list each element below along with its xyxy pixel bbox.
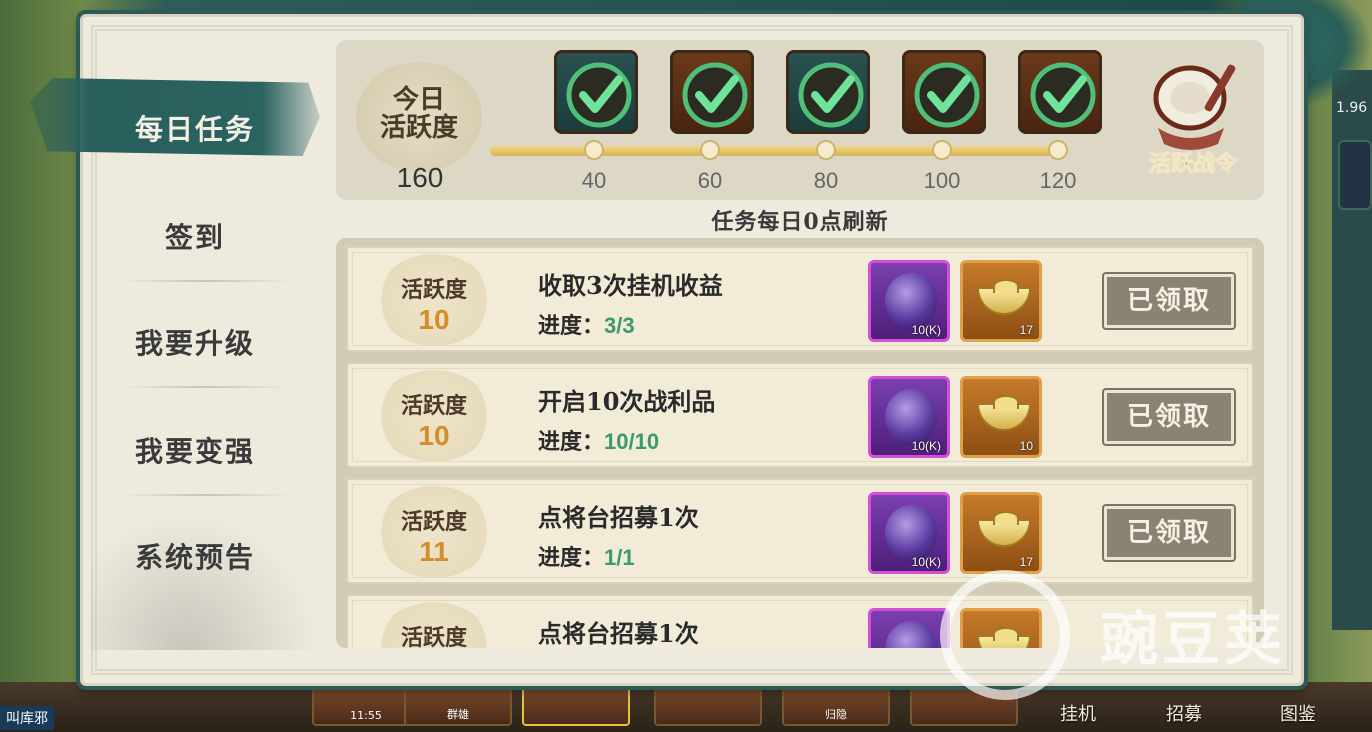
nav-item-system-preview[interactable]: 系统预告 — [90, 536, 300, 576]
milestone-chest-60[interactable] — [670, 50, 754, 134]
activity-progress-bar — [490, 146, 1064, 156]
reward-qty: 10(K) — [911, 555, 941, 569]
task-progress: 进度：1/1 — [538, 540, 635, 572]
task-points-value: 10 — [418, 304, 450, 335]
orb-icon — [885, 621, 937, 648]
milestone-node — [932, 140, 952, 160]
orb-icon — [885, 505, 937, 561]
bottom-left-label[interactable]: 叫库邪 — [0, 706, 54, 730]
task-name: 开启10次战利品 — [538, 387, 716, 416]
activity-header: 今日 活跃度 160 40 60 80 100 120 活跃战令 — [336, 40, 1264, 200]
gold-ingot-icon — [977, 279, 1031, 315]
checkmark-icon — [914, 62, 980, 128]
bottom-hero-card[interactable]: 归隐 — [782, 686, 890, 726]
reward-purple-orb[interactable]: 10(K) — [868, 260, 950, 342]
bottom-card-label: 11:55 — [350, 709, 382, 722]
task-progress-label: 进度： — [538, 429, 605, 455]
task-progress: 进度：3/3 — [538, 308, 635, 340]
task-name: 收取3次挂机收益 — [538, 271, 723, 300]
orb-icon — [885, 389, 937, 445]
reward-purple-orb[interactable]: 10(K) — [868, 492, 950, 574]
watermark-logo-icon — [940, 570, 1070, 700]
bottom-card-label: 归隐 — [825, 708, 847, 721]
reward-gold-ingot[interactable]: 17 — [960, 260, 1042, 342]
task-points-badge: 活跃度 11 — [376, 486, 492, 578]
nav-item-level-up[interactable]: 我要升级 — [90, 322, 300, 362]
activity-pass-label: 活跃战令 — [1148, 151, 1237, 178]
task-points-label: 活跃度 — [400, 625, 467, 648]
reward-qty: 10 — [1019, 439, 1033, 453]
nav-divider — [120, 494, 290, 496]
activity-title: 今日 活跃度 — [379, 85, 458, 143]
left-nav: 每日任务 签到 我要升级 我要变强 系统预告 — [30, 60, 320, 660]
nav-item-daily-tasks[interactable]: 每日任务 — [90, 108, 300, 148]
task-row: 活跃度 10 收取3次挂机收益 进度：3/3 10(K) 17 已领取 — [346, 246, 1254, 352]
bottom-hero-card[interactable] — [522, 686, 630, 726]
task-points-badge: 活跃度 10 — [376, 254, 492, 346]
activity-value: 160 — [396, 162, 444, 193]
task-name: 点将台招募1次 — [538, 503, 699, 532]
war-drum-icon — [1153, 64, 1236, 150]
nav-item-get-stronger[interactable]: 我要变强 — [90, 430, 300, 470]
task-progress-label: 进度： — [538, 313, 605, 339]
milestone-chest-40[interactable] — [554, 50, 638, 134]
right-side-hud: 1.96 — [1332, 70, 1372, 630]
task-progress: 进度：10/10 — [538, 424, 659, 456]
task-points-badge: 活跃度 10 — [376, 370, 492, 462]
bottom-hero-card[interactable] — [654, 686, 762, 726]
milestone-node — [816, 140, 836, 160]
task-row: 活跃度 10 开启10次战利品 进度：10/10 10(K) 10 已领取 — [346, 362, 1254, 468]
task-points-label: 活跃度 — [400, 393, 467, 419]
nav-item-sign-in[interactable]: 签到 — [90, 216, 300, 256]
reward-qty: 10(K) — [911, 439, 941, 453]
task-progress-value: 10/10 — [604, 429, 660, 454]
checkmark-icon — [566, 62, 632, 128]
right-side-checkmark-icon[interactable] — [1338, 140, 1372, 210]
task-points-label: 活跃度 — [400, 277, 467, 303]
bottom-card-label: 群雄 — [447, 708, 469, 721]
milestone-label: 40 — [581, 168, 607, 193]
gold-ingot-icon — [977, 511, 1031, 547]
milestone-node — [700, 140, 720, 160]
claimed-button[interactable]: 已领取 — [1102, 504, 1236, 562]
refresh-note: 任务每日0点刷新 — [711, 209, 889, 235]
nav-divider — [120, 280, 290, 282]
reward-qty: 10(K) — [911, 323, 941, 337]
task-points-label: 活跃度 — [400, 509, 467, 535]
task-points-value: 10 — [418, 420, 450, 451]
task-progress-value: 1/1 — [604, 545, 635, 570]
milestone-label: 100 — [923, 168, 961, 193]
task-progress-value: 3/3 — [604, 313, 635, 338]
milestone-label: 120 — [1039, 168, 1077, 193]
claimed-button[interactable]: 已领取 — [1102, 388, 1236, 446]
checkmark-icon — [798, 62, 864, 128]
checkmark-icon — [1030, 62, 1096, 128]
reward-gold-ingot[interactable]: 10 — [960, 376, 1042, 458]
nav-divider — [120, 386, 290, 388]
milestone-label: 80 — [813, 168, 839, 193]
task-name: 点将台招募1次 — [538, 619, 699, 648]
reward-purple-orb[interactable]: 10(K) — [868, 376, 950, 458]
reward-qty: 17 — [1019, 323, 1033, 337]
watermark-text: 豌豆荚 — [1100, 605, 1287, 673]
milestone-label: 60 — [697, 168, 723, 193]
bottom-hero-card[interactable]: 群雄 — [404, 686, 512, 726]
watermark: 豌豆荚 — [940, 560, 1360, 710]
orb-icon — [885, 273, 937, 329]
milestone-chest-120[interactable] — [1018, 50, 1102, 134]
task-progress-label: 进度： — [538, 545, 605, 571]
checkmark-icon — [682, 62, 748, 128]
activity-emblem: 今日 活跃度 — [356, 62, 482, 172]
reward-purple-orb[interactable] — [868, 608, 950, 648]
gold-ingot-icon — [977, 395, 1031, 431]
milestone-node — [584, 140, 604, 160]
milestone-chest-100[interactable] — [902, 50, 986, 134]
claimed-button[interactable]: 已领取 — [1102, 272, 1236, 330]
task-points-value: 11 — [419, 536, 449, 567]
milestone-node — [1048, 140, 1068, 160]
milestone-chest-80[interactable] — [786, 50, 870, 134]
activity-progress-fill — [490, 146, 1064, 156]
activity-pass-button[interactable]: 活跃战令 — [1128, 48, 1258, 188]
